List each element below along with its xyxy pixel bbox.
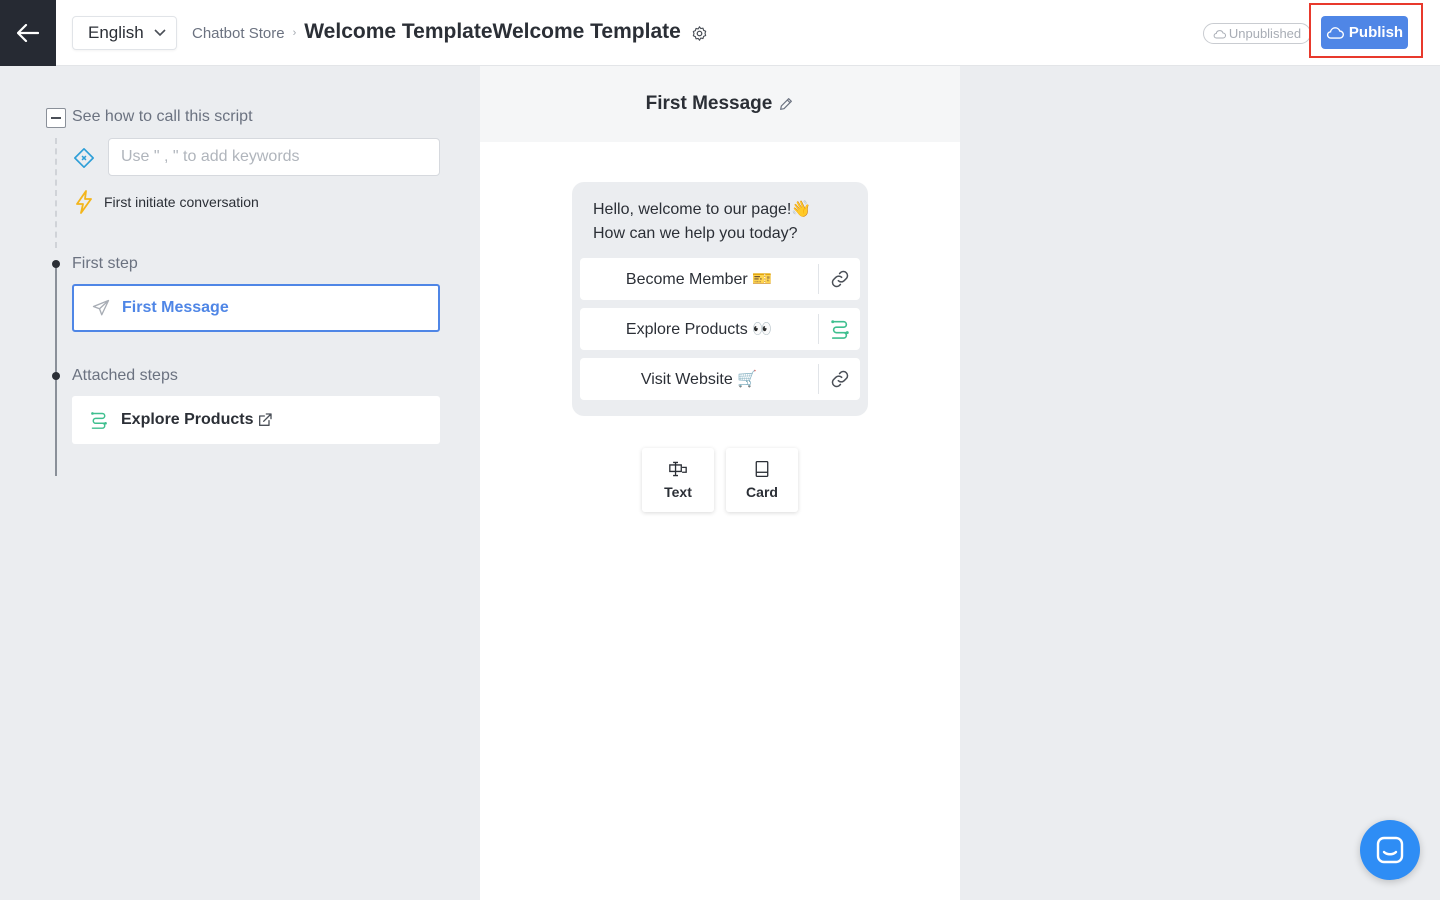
publish-label: Publish: [1348, 24, 1404, 41]
flow-icon[interactable]: [819, 319, 860, 339]
call-script-label[interactable]: See how to call this script: [72, 108, 253, 126]
reply-button-visit-website[interactable]: Visit Website 🛒: [580, 358, 860, 400]
message-editor: First Message Hello, welcome to our page…: [480, 66, 960, 900]
chat-launcher-button[interactable]: [1360, 820, 1420, 880]
message-line-2: How can we help you today?: [593, 225, 798, 242]
reply-button-become-member[interactable]: Become Member 🎫: [580, 258, 860, 300]
link-icon[interactable]: [819, 269, 860, 289]
keywords-input[interactable]: [108, 138, 440, 176]
initiate-conversation-label: First initiate conversation: [104, 194, 259, 210]
step-first-message-label: First Message: [122, 299, 229, 316]
attached-steps-heading: Attached steps: [72, 367, 178, 384]
chevron-down-icon: [154, 29, 166, 37]
lightning-icon: [74, 190, 94, 219]
flow-icon: [91, 412, 107, 429]
script-sidebar: See how to call this script First initia…: [0, 66, 480, 900]
add-card-button[interactable]: Card: [726, 448, 798, 512]
step-first-message[interactable]: First Message: [72, 284, 440, 332]
chat-icon: [1376, 836, 1404, 864]
add-text-button[interactable]: Text: [642, 448, 714, 512]
language-value: English: [88, 23, 144, 42]
top-bar: English Chatbot Store › Welcome Template…: [0, 0, 1440, 66]
breadcrumb-chatbot-store[interactable]: Chatbot Store: [192, 25, 285, 42]
dashed-connector: [55, 138, 57, 248]
card-icon: [755, 460, 769, 478]
reply-button-label: Visit Website 🛒: [640, 371, 758, 388]
breadcrumb: Chatbot Store › Welcome TemplateWelcome …: [192, 20, 708, 44]
status-text: Unpublished: [1228, 26, 1302, 41]
arrow-left-icon: [17, 24, 39, 42]
minus-icon: [51, 117, 61, 119]
paper-plane-icon: [92, 299, 110, 316]
reply-button-label: Become Member 🎫: [625, 271, 773, 288]
steps-timeline: [55, 262, 57, 476]
message-bubble[interactable]: Hello, welcome to our page!👋 How can we …: [572, 182, 868, 416]
cloud-upload-icon: [1326, 27, 1344, 39]
add-text-label: Text: [664, 484, 692, 500]
external-link-icon[interactable]: [257, 412, 273, 428]
gear-icon[interactable]: [691, 25, 708, 42]
reply-button-explore-products[interactable]: Explore Products 👀: [580, 308, 860, 350]
editor-title: First Message: [645, 93, 773, 114]
reply-button-label: Explore Products 👀: [625, 321, 773, 338]
pencil-icon[interactable]: [778, 96, 794, 112]
back-button[interactable]: [0, 0, 56, 66]
add-card-label: Card: [746, 484, 778, 500]
timeline-dot: [52, 260, 60, 268]
editor-header: First Message: [480, 66, 960, 142]
message-text[interactable]: Hello, welcome to our page!👋 How can we …: [593, 198, 853, 246]
publish-button[interactable]: Publish: [1321, 16, 1408, 49]
message-line-1: Hello, welcome to our page!👋: [593, 201, 812, 218]
text-icon: [669, 461, 687, 477]
breadcrumb-separator-icon: ›: [292, 27, 297, 39]
step-explore-products[interactable]: Explore Products: [72, 396, 440, 444]
page-title: Welcome TemplateWelcome Template: [304, 20, 681, 43]
first-step-heading: First step: [72, 255, 138, 272]
cloud-icon: [1213, 29, 1226, 38]
collapse-toggle[interactable]: [46, 108, 66, 128]
timeline-dot: [52, 372, 60, 380]
step-explore-products-label: Explore Products: [121, 411, 254, 428]
tag-icon: [73, 147, 95, 174]
language-select[interactable]: English: [72, 16, 177, 50]
link-icon[interactable]: [819, 369, 860, 389]
status-badge: Unpublished: [1203, 23, 1311, 44]
